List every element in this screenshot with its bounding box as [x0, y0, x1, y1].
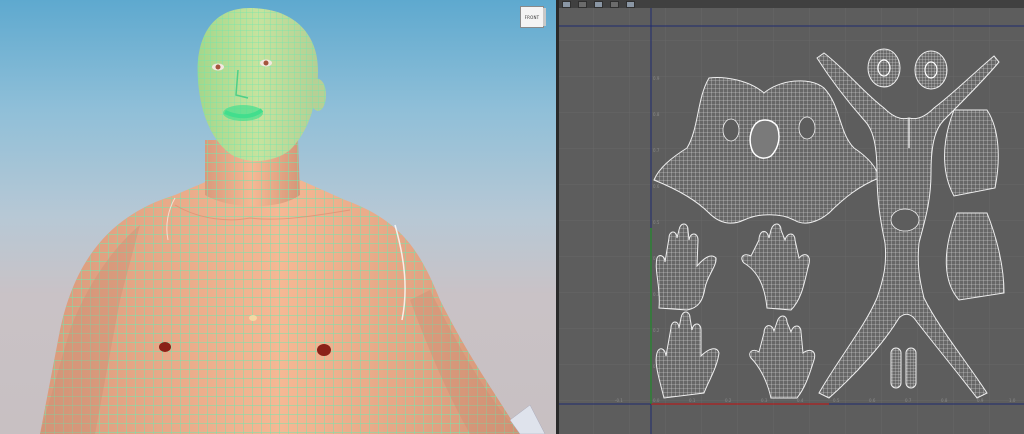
toolbar-button-2[interactable] [578, 0, 587, 8]
tick-x-2: 0.1 [689, 398, 696, 403]
tick-x-11: 1.0 [1009, 398, 1016, 403]
tick-x-7: 0.6 [869, 398, 876, 403]
character-render [40, 8, 546, 434]
tick-x-0: -0.1 [615, 398, 623, 403]
view-cube[interactable]: FRONT [520, 4, 546, 28]
tick-y-7: 0.2 [653, 328, 660, 333]
view-cube-face-front[interactable]: FRONT [520, 6, 544, 28]
toolbar-button-3[interactable] [594, 0, 603, 8]
tick-x-5: 0.4 [797, 398, 804, 403]
right-nipple [317, 344, 331, 356]
3d-viewport[interactable]: FRONT [0, 0, 556, 434]
tick-x-6: 0.5 [833, 398, 840, 403]
toolbar-button-4[interactable] [610, 0, 619, 8]
tick-x-4: 0.3 [761, 398, 768, 403]
tick-y-4: 0.5 [653, 220, 660, 225]
left-nipple [159, 342, 171, 352]
uv-canvas[interactable]: 0.9 0.8 0.7 0.6 0.5 0.4 0.3 0.2 0.1 -0.1… [559, 8, 1024, 434]
tick-x-1: 0.0 [653, 398, 660, 403]
view-cube-side [543, 8, 546, 26]
toolbar-button-1[interactable] [562, 0, 571, 8]
uv-toolbar [559, 0, 1024, 8]
tick-x-3: 0.2 [725, 398, 732, 403]
toolbar-button-5[interactable] [626, 0, 635, 8]
tick-x-9: 0.8 [941, 398, 948, 403]
tick-y-2: 0.7 [653, 148, 660, 153]
tick-y-0: 0.9 [653, 76, 660, 81]
tick-y-3: 0.6 [653, 184, 660, 189]
uv-editor-panel[interactable]: 0.9 0.8 0.7 0.6 0.5 0.4 0.3 0.2 0.1 -0.1… [559, 0, 1024, 434]
tick-x-10: 0.9 [977, 398, 984, 403]
tick-y-1: 0.8 [653, 112, 660, 117]
tick-x-8: 0.7 [905, 398, 912, 403]
